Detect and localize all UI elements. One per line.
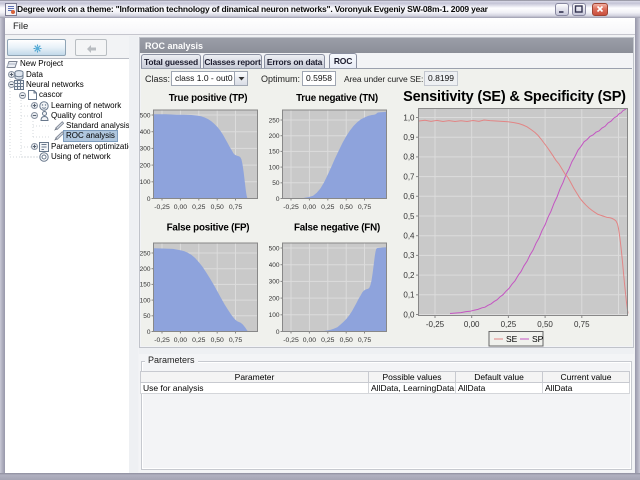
- svg-text:0,50: 0,50: [211, 204, 224, 211]
- svg-text:-0,25: -0,25: [426, 320, 445, 329]
- svg-text:0,7: 0,7: [403, 172, 415, 181]
- svg-text:0,0: 0,0: [403, 310, 415, 319]
- svg-text:SP: SP: [532, 334, 544, 344]
- svg-text:0: 0: [147, 196, 151, 203]
- svg-text:0,25: 0,25: [192, 204, 205, 211]
- svg-text:100: 100: [269, 312, 280, 319]
- svg-text:150: 150: [140, 281, 151, 288]
- svg-text:0,50: 0,50: [537, 320, 553, 329]
- svg-text:0,50: 0,50: [340, 204, 353, 211]
- svg-text:0,00: 0,00: [174, 337, 187, 344]
- svg-text:100: 100: [140, 297, 151, 304]
- svg-text:50: 50: [272, 180, 280, 187]
- svg-text:0,25: 0,25: [192, 337, 205, 344]
- svg-text:-0,25: -0,25: [283, 204, 299, 211]
- svg-text:500: 500: [140, 112, 151, 119]
- svg-text:0,75: 0,75: [229, 204, 242, 211]
- svg-text:1,0: 1,0: [403, 113, 415, 122]
- svg-text:200: 200: [140, 266, 151, 273]
- svg-text:200: 200: [269, 133, 280, 140]
- svg-text:250: 250: [140, 250, 151, 257]
- svg-text:50: 50: [143, 313, 151, 320]
- svg-text:0,6: 0,6: [403, 192, 415, 201]
- svg-text:0,3: 0,3: [403, 251, 415, 260]
- svg-text:0,75: 0,75: [358, 337, 371, 344]
- svg-text:0,25: 0,25: [321, 204, 334, 211]
- svg-text:100: 100: [140, 179, 151, 186]
- svg-text:Sensitivity (SE) & Specificity: Sensitivity (SE) & Specificity (SP): [403, 89, 626, 105]
- svg-text:-0,25: -0,25: [154, 337, 170, 344]
- svg-text:False negative (FN): False negative (FN): [294, 222, 380, 233]
- svg-text:0,4: 0,4: [403, 232, 415, 241]
- svg-text:300: 300: [269, 278, 280, 285]
- svg-text:0,9: 0,9: [403, 133, 415, 142]
- svg-text:400: 400: [140, 129, 151, 136]
- svg-text:0,50: 0,50: [340, 337, 353, 344]
- svg-text:400: 400: [269, 262, 280, 269]
- svg-text:0,2: 0,2: [403, 271, 415, 280]
- svg-text:300: 300: [140, 146, 151, 153]
- svg-text:0,75: 0,75: [229, 337, 242, 344]
- svg-text:0,25: 0,25: [321, 337, 334, 344]
- svg-text:150: 150: [269, 149, 280, 156]
- svg-text:0,75: 0,75: [358, 204, 371, 211]
- svg-text:False positive (FP): False positive (FP): [167, 222, 250, 233]
- svg-text:0: 0: [147, 328, 151, 335]
- svg-text:500: 500: [269, 245, 280, 252]
- svg-text:0,50: 0,50: [211, 337, 224, 344]
- svg-text:0,00: 0,00: [303, 204, 316, 211]
- svg-text:0,8: 0,8: [403, 153, 415, 162]
- svg-text:0: 0: [276, 196, 280, 203]
- svg-text:250: 250: [269, 117, 280, 124]
- svg-text:0,00: 0,00: [464, 320, 480, 329]
- svg-text:True negative (TN): True negative (TN): [296, 93, 378, 104]
- svg-text:0,00: 0,00: [303, 337, 316, 344]
- svg-text:True positive (TP): True positive (TP): [169, 93, 248, 104]
- svg-text:0,00: 0,00: [174, 204, 187, 211]
- svg-text:0,5: 0,5: [403, 212, 415, 221]
- svg-text:-0,25: -0,25: [154, 204, 170, 211]
- svg-text:0,25: 0,25: [501, 320, 517, 329]
- svg-text:-0,25: -0,25: [283, 337, 299, 344]
- svg-text:0,75: 0,75: [574, 320, 590, 329]
- svg-text:200: 200: [269, 295, 280, 302]
- svg-text:0: 0: [276, 328, 280, 335]
- svg-text:0,1: 0,1: [403, 291, 415, 300]
- svg-text:SE: SE: [506, 334, 518, 344]
- svg-text:200: 200: [140, 162, 151, 169]
- svg-text:100: 100: [269, 164, 280, 171]
